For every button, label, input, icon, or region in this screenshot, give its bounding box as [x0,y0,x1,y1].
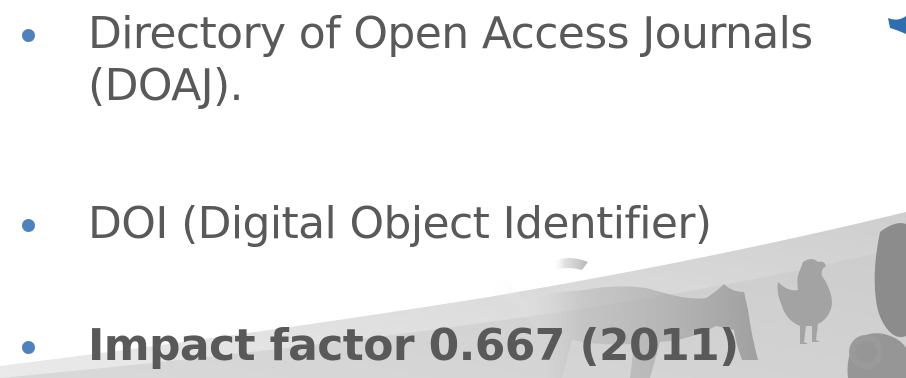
bullet-dot-icon [22,29,35,42]
bullet-text-line-2: (DOAJ). [88,60,244,111]
bullet-text-line-1: Directory of Open Access Journals [88,8,813,59]
bullet-dot-icon [22,219,35,232]
bullet-list: Directory of Open Access Journals (DOAJ).… [0,0,906,378]
bullet-dot-icon [22,341,35,354]
slide: Directory of Open Access Journals (DOAJ).… [0,0,906,378]
bullet-text: DOI (Digital Object Identifier) [88,198,712,249]
bullet-text: Impact factor 0.667 (2011) [88,320,739,371]
bullet-text: Directory of Open Access Journals (DOAJ). [88,8,813,112]
